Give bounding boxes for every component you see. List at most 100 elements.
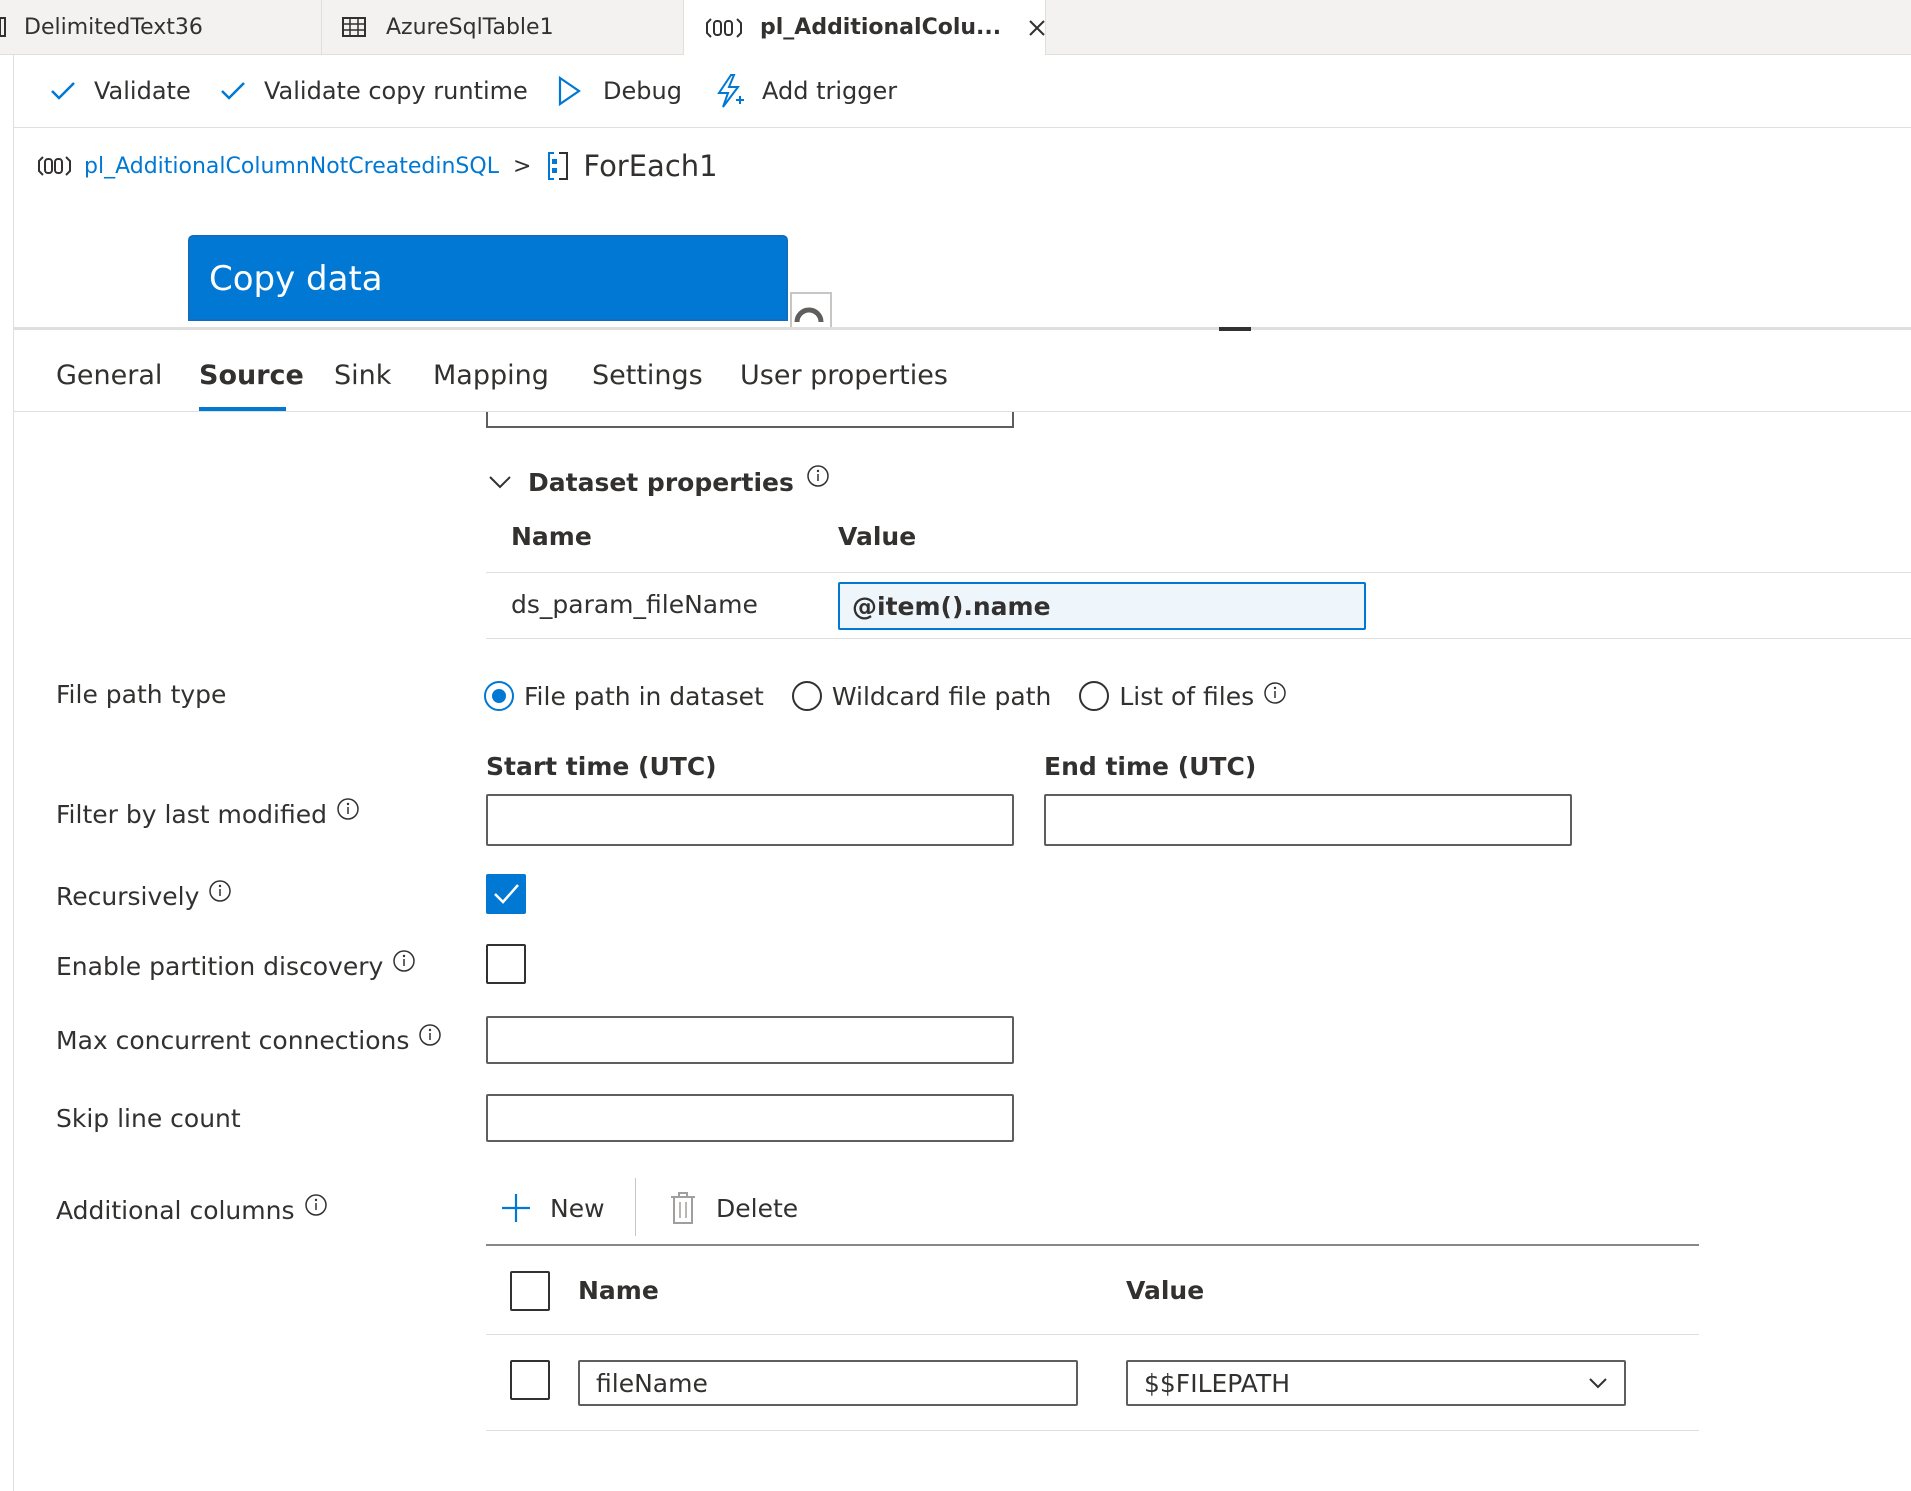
additional-columns-text: Additional columns: [56, 1196, 295, 1225]
info-icon[interactable]: [208, 879, 232, 903]
redo-icon: [794, 307, 824, 323]
delete-column-button[interactable]: Delete: [670, 1188, 798, 1228]
pipeline-icon: [38, 156, 71, 176]
dataset-param-value-input[interactable]: @item().name: [838, 582, 1366, 630]
pipeline-icon: [706, 17, 742, 38]
info-icon[interactable]: [336, 797, 360, 821]
checkmark-icon: [51, 82, 75, 100]
select-all-checkbox[interactable]: [510, 1271, 550, 1311]
radio-label: List of files: [1119, 681, 1255, 711]
radio-circle: [1079, 681, 1110, 711]
breadcrumb-pipeline-link[interactable]: pl_AdditionalColumnNotCreatedinSQL: [84, 154, 499, 179]
trash-icon: [671, 1192, 695, 1224]
tab-delimitedtext36[interactable]: DelimitedText36: [0, 0, 322, 54]
column-value-dropdown[interactable]: $$FILEPATH: [1126, 1360, 1626, 1406]
validate-button[interactable]: Validate: [50, 55, 191, 127]
skip-line-count-label: Skip line count: [56, 1104, 241, 1133]
panel-resize-handle[interactable]: [1219, 327, 1251, 331]
dataset-col-name: Name: [511, 522, 592, 551]
row-checkbox[interactable]: [510, 1360, 550, 1400]
dataset-properties-title: Dataset properties: [528, 467, 794, 497]
radio-circle-selected: [484, 681, 514, 711]
source-dataset-dropdown-partial[interactable]: [486, 412, 1014, 428]
radio-file-path-in-dataset[interactable]: File path in dataset: [484, 681, 764, 711]
dataset-col-value: Value: [838, 522, 917, 551]
new-label: New: [550, 1193, 605, 1223]
breadcrumb-current: ForEach1: [583, 149, 718, 183]
skip-line-count-text: Skip line count: [56, 1104, 241, 1133]
activity-title: Copy data: [209, 259, 383, 299]
additional-col-name-header: Name: [578, 1276, 659, 1305]
partition-discovery-label: Enable partition discovery: [56, 949, 416, 981]
info-icon[interactable]: [1263, 681, 1287, 705]
dataset-header-rule: [486, 572, 1911, 573]
trigger-lightning-icon: [717, 74, 744, 108]
recursively-label: Recursively: [56, 879, 232, 911]
max-connections-input[interactable]: [486, 1016, 1014, 1064]
info-icon[interactable]: [304, 1193, 328, 1217]
left-border: [13, 55, 14, 1491]
delete-label: Delete: [716, 1193, 799, 1223]
tab-source[interactable]: Source: [199, 360, 304, 408]
info-icon[interactable]: [806, 464, 830, 488]
checkmark-icon: [494, 884, 519, 904]
start-time-input[interactable]: [486, 794, 1014, 846]
checkmark-icon: [221, 82, 245, 100]
end-time-label: End time (UTC): [1044, 752, 1257, 781]
add-trigger-label: Add trigger: [762, 77, 898, 105]
file-path-type-text: File path type: [56, 680, 227, 709]
table-icon: [342, 17, 366, 37]
recursively-text: Recursively: [56, 882, 200, 911]
new-column-button[interactable]: New: [500, 1188, 605, 1228]
info-icon[interactable]: [392, 949, 416, 973]
tab-settings[interactable]: Settings: [592, 360, 703, 408]
close-icon[interactable]: [1029, 19, 1045, 36]
tab-general[interactable]: General: [56, 360, 162, 408]
column-name-text: fileName: [596, 1368, 708, 1398]
radio-list-of-files[interactable]: List of files: [1079, 681, 1287, 711]
radio-wildcard-file-path[interactable]: Wildcard file path: [791, 681, 1051, 711]
additional-columns-label: Additional columns: [56, 1193, 328, 1225]
pipeline-toolbar: Validate Validate copy runtime Debug Add…: [14, 55, 1911, 128]
partition-discovery-checkbox[interactable]: [486, 944, 526, 984]
filter-last-modified-text: Filter by last modified: [56, 800, 327, 829]
additional-col-value-header: Value: [1126, 1276, 1205, 1305]
tab-sink[interactable]: Sink: [334, 360, 391, 408]
additional-columns-top-rule: [486, 1244, 1699, 1246]
play-icon: [558, 75, 581, 107]
dataset-row-rule: [486, 638, 1911, 639]
max-connections-text: Max concurrent connections: [56, 1026, 410, 1055]
debug-label: Debug: [603, 77, 682, 105]
recursively-checkbox[interactable]: [486, 874, 526, 914]
dataset-icon: [0, 17, 6, 37]
end-time-input[interactable]: [1044, 794, 1572, 846]
start-time-label: Start time (UTC): [486, 752, 717, 781]
breadcrumb-separator: >: [512, 153, 532, 179]
max-connections-label: Max concurrent connections: [56, 1023, 442, 1055]
copy-data-activity[interactable]: Copy data: [190, 237, 786, 319]
tab-label: AzureSqlTable1: [386, 14, 554, 40]
foreach-icon: [548, 152, 569, 180]
info-icon[interactable]: [418, 1023, 442, 1047]
debug-button[interactable]: Debug: [557, 55, 682, 127]
dataset-properties-header[interactable]: Dataset properties: [488, 462, 830, 502]
column-name-input[interactable]: fileName: [578, 1360, 1078, 1406]
file-path-type-radio-group: File path in dataset Wildcard file path …: [484, 676, 1287, 716]
radio-circle: [791, 681, 822, 711]
validate-copy-runtime-label: Validate copy runtime: [264, 77, 528, 105]
chevron-down-icon: [489, 476, 511, 489]
plus-icon: [502, 1194, 530, 1222]
add-trigger-button[interactable]: Add trigger: [714, 55, 897, 127]
activity-overlay-button[interactable]: [790, 292, 832, 328]
tab-user-properties[interactable]: User properties: [740, 360, 948, 408]
skip-line-count-input[interactable]: [486, 1094, 1014, 1142]
additional-columns-row-rule: [486, 1430, 1699, 1431]
file-path-type-label: File path type: [56, 680, 226, 709]
breadcrumb: pl_AdditionalColumnNotCreatedinSQL > For…: [38, 142, 718, 190]
validate-copy-runtime-button[interactable]: Validate copy runtime: [220, 55, 528, 127]
tab-azuresqltable1[interactable]: AzureSqlTable1: [322, 0, 684, 54]
tab-pipeline-active[interactable]: pl_AdditionalColu...: [684, 0, 1046, 55]
tab-mapping[interactable]: Mapping: [433, 360, 549, 408]
additional-columns-header-rule: [486, 1334, 1699, 1335]
dataset-param-value-text: @item().name: [852, 591, 1051, 621]
